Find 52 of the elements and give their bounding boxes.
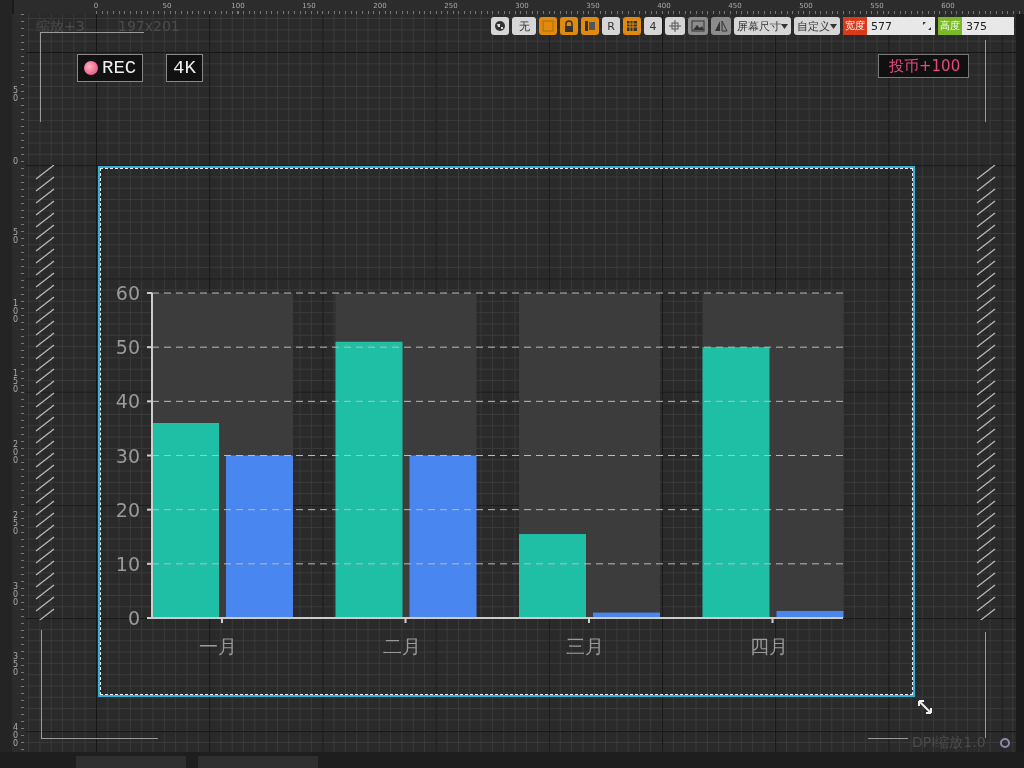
category-label: 一月 <box>199 635 237 657</box>
panel-icon <box>584 20 596 32</box>
bounds-toggle[interactable] <box>581 17 599 35</box>
width-field[interactable]: 577 <box>867 17 935 35</box>
resize-icon <box>923 22 931 30</box>
coin-badge: 投币+100 <box>878 54 970 78</box>
ruler-label: 200 <box>13 441 20 465</box>
ruler-label: 250 <box>13 511 20 536</box>
resolution-badge: 4K <box>166 54 203 82</box>
caret-icon <box>781 23 788 29</box>
dpi-dropdown[interactable]: 无 <box>512 17 536 35</box>
ruler-label: 100 <box>13 299 20 324</box>
ruler-label: 150 <box>13 370 20 395</box>
axis-label: 40 <box>115 390 140 413</box>
image-icon[interactable] <box>688 17 708 35</box>
settings-icon[interactable] <box>999 737 1011 749</box>
ruler-label: 50 <box>13 87 20 103</box>
category-label: 四月 <box>749 635 788 657</box>
globe-icon[interactable] <box>491 17 509 35</box>
category-label: 二月 <box>382 635 421 657</box>
ruler-label: 300 <box>13 582 20 607</box>
category-label: 三月 <box>566 635 604 657</box>
ruler-label: 350 <box>13 653 20 678</box>
screen-size-dropdown[interactable]: 屏幕尺寸 <box>734 17 791 35</box>
custom-size-dropdown[interactable]: 自定义 <box>794 17 840 35</box>
height-label: 高度 <box>938 17 962 35</box>
respect-locks-button[interactable]: R <box>602 17 620 35</box>
lock-icon[interactable] <box>560 17 578 35</box>
outline-toggle[interactable] <box>539 17 557 35</box>
grid-size-dropdown[interactable]: 4 <box>644 17 662 35</box>
axis-label: 30 <box>115 444 140 467</box>
move-icon[interactable] <box>665 17 685 35</box>
axis-label: 50 <box>115 336 140 359</box>
square-icon <box>542 20 554 32</box>
axis-label: 10 <box>115 552 140 575</box>
bar <box>776 610 844 618</box>
axis-label: 60 <box>115 282 140 304</box>
rec-label: REC <box>102 57 137 79</box>
mirror-icon[interactable] <box>711 17 731 35</box>
width-label: 宽度 <box>843 17 867 35</box>
height-field[interactable]: 375 <box>962 17 1014 35</box>
caret-icon <box>830 23 837 29</box>
resize-handle-icon[interactable] <box>917 699 933 715</box>
axis-label: 0 <box>127 607 140 629</box>
bar <box>593 612 660 618</box>
grid-icon[interactable] <box>623 17 641 35</box>
selection-frame[interactable] <box>98 166 915 697</box>
ruler-label: 400 <box>13 724 20 748</box>
ruler-label: 50 <box>13 228 20 245</box>
record-icon <box>84 61 98 75</box>
ruler-label: 0 <box>13 158 20 166</box>
axis-label: 20 <box>115 498 140 521</box>
